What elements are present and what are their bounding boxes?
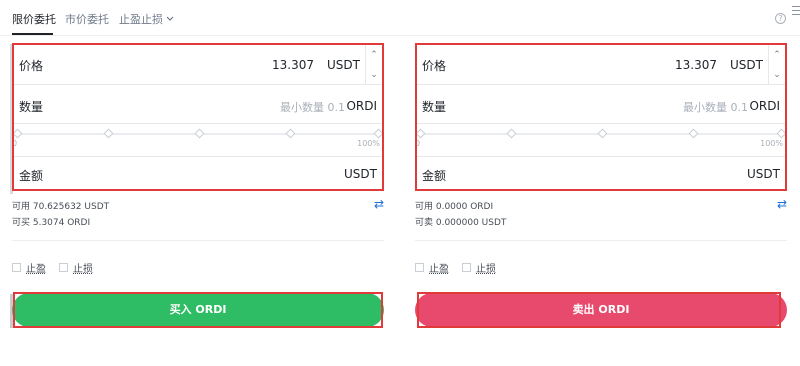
slider-node-50[interactable] (597, 128, 608, 139)
sell-quantity-label: 数量 (422, 100, 447, 114)
buy-total-input[interactable]: 金额 USDT (14, 156, 382, 190)
sell-quantity-placeholder: 最小数量 0.1 (683, 101, 748, 114)
help-icon[interactable]: ? (775, 13, 786, 24)
buy-total-unit: USDT (344, 167, 377, 181)
tab-market-order[interactable]: 市价委托 (65, 11, 109, 27)
slider-min-label: 0 (12, 139, 18, 148)
sell-total-input[interactable]: 金额 USDT (417, 156, 785, 190)
slider-node-100[interactable] (373, 128, 384, 139)
checkbox-box[interactable] (462, 263, 471, 272)
sell-available-balance: 可用 0.0000 ORDI (415, 202, 494, 212)
buy-price-stepper[interactable]: ⌃ ⌄ (365, 45, 382, 85)
chevron-down-icon[interactable]: ⌄ (769, 65, 785, 85)
buy-amount-slider[interactable] (12, 127, 384, 141)
slider-node-0[interactable] (12, 128, 23, 139)
stop-loss-label: 止损 (476, 264, 496, 275)
transfer-icon[interactable]: ⇄ (777, 197, 787, 211)
divider (415, 240, 787, 241)
buy-available-balance: 可用 70.625632 USDT (12, 202, 110, 212)
chevron-up-icon[interactable]: ⌃ (769, 45, 785, 65)
checkbox-box[interactable] (59, 263, 68, 272)
buy-price-input[interactable]: 价格 13.307 USDT ⌃ ⌄ (14, 45, 382, 85)
checkbox-box[interactable] (12, 263, 21, 272)
active-tab-indicator (12, 33, 53, 35)
tab-limit-order[interactable]: 限价委托 (12, 11, 56, 27)
sell-price-stepper[interactable]: ⌃ ⌄ (768, 45, 785, 85)
divider (12, 240, 384, 241)
buy-stop-loss-checkbox[interactable]: 止损 (59, 260, 93, 275)
transfer-icon[interactable]: ⇄ (374, 197, 384, 211)
slider-node-0[interactable] (415, 128, 426, 139)
buy-quantity-unit: ORDI (346, 99, 377, 113)
slider-node-75[interactable] (688, 128, 699, 139)
buy-take-profit-checkbox[interactable]: 止盈 (12, 260, 46, 275)
buy-price-label: 价格 (19, 59, 44, 73)
slider-node-100[interactable] (776, 128, 787, 139)
sell-quantity-input[interactable]: 数量 最小数量 0.1 ORDI (417, 86, 785, 124)
edge-decoration (10, 44, 13, 194)
buy-price-value[interactable]: 13.307 (272, 58, 314, 72)
sell-stop-loss-checkbox[interactable]: 止损 (462, 260, 496, 275)
sell-total-label: 金额 (422, 169, 447, 183)
tab-tpsl-order[interactable]: 止盈止损 (119, 11, 163, 27)
sell-total-unit: USDT (747, 167, 780, 181)
take-profit-label: 止盈 (26, 264, 46, 275)
buy-total-label: 金额 (19, 169, 44, 183)
sell-quantity-unit: ORDI (749, 99, 780, 113)
sell-price-input[interactable]: 价格 13.307 USDT ⌃ ⌄ (417, 45, 785, 85)
sell-price-label: 价格 (422, 59, 447, 73)
buy-button[interactable]: 买入 ORDI (12, 293, 384, 327)
buy-price-unit: USDT (327, 58, 360, 72)
menu-icon[interactable] (792, 6, 800, 18)
slider-min-label: 0 (415, 139, 421, 148)
chevron-down-icon[interactable] (166, 12, 174, 25)
slider-node-25[interactable] (103, 128, 114, 139)
sell-price-value[interactable]: 13.307 (675, 58, 717, 72)
sell-take-profit-checkbox[interactable]: 止盈 (415, 260, 449, 275)
stop-loss-label: 止损 (73, 264, 93, 275)
slider-max-label: 100% (357, 139, 380, 148)
buy-max-amount: 可买 5.3074 ORDI (12, 218, 91, 228)
checkbox-box[interactable] (415, 263, 424, 272)
chevron-down-icon[interactable]: ⌄ (366, 65, 382, 85)
slider-node-25[interactable] (506, 128, 517, 139)
buy-quantity-input[interactable]: 数量 最小数量 0.1 ORDI (14, 86, 382, 124)
sell-price-unit: USDT (730, 58, 763, 72)
sell-button[interactable]: 卖出 ORDI (415, 293, 787, 327)
buy-quantity-label: 数量 (19, 100, 44, 114)
order-type-tabs: 限价委托 市价委托 止盈止损 ? (0, 0, 800, 36)
sell-max-amount: 可卖 0.000000 USDT (415, 218, 507, 228)
slider-node-50[interactable] (194, 128, 205, 139)
buy-quantity-placeholder: 最小数量 0.1 (280, 101, 345, 114)
chevron-up-icon[interactable]: ⌃ (366, 45, 382, 65)
slider-max-label: 100% (760, 139, 783, 148)
slider-node-75[interactable] (285, 128, 296, 139)
take-profit-label: 止盈 (429, 264, 449, 275)
sell-amount-slider[interactable] (415, 127, 787, 141)
